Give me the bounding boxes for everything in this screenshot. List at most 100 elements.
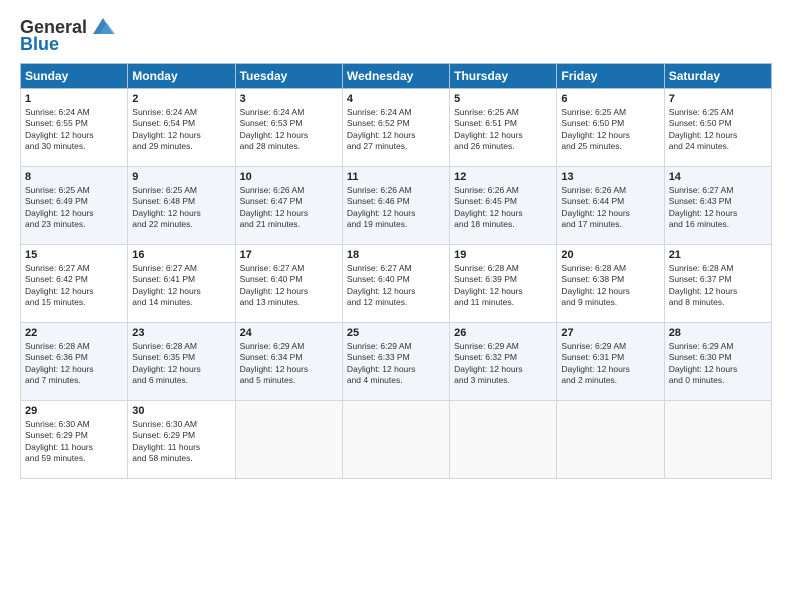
day-info: Sunrise: 6:29 AM Sunset: 6:30 PM Dayligh…	[669, 341, 767, 387]
calendar-day: 22 Sunrise: 6:28 AM Sunset: 6:36 PM Dayli…	[21, 323, 128, 401]
day-number: 3	[240, 93, 338, 105]
day-info: Sunrise: 6:28 AM Sunset: 6:35 PM Dayligh…	[132, 341, 230, 387]
day-info: Sunrise: 6:27 AM Sunset: 6:40 PM Dayligh…	[347, 263, 445, 309]
day-number: 19	[454, 249, 552, 261]
calendar-body: 1 Sunrise: 6:24 AM Sunset: 6:55 PM Daylig…	[21, 89, 772, 479]
day-number: 6	[561, 93, 659, 105]
day-info: Sunrise: 6:30 AM Sunset: 6:29 PM Dayligh…	[132, 419, 230, 465]
calendar-week-5: 29 Sunrise: 6:30 AM Sunset: 6:29 PM Dayli…	[21, 401, 772, 479]
calendar-day: 11 Sunrise: 6:26 AM Sunset: 6:46 PM Dayli…	[342, 167, 449, 245]
dow-friday: Friday	[557, 64, 664, 89]
calendar-week-4: 22 Sunrise: 6:28 AM Sunset: 6:36 PM Dayli…	[21, 323, 772, 401]
calendar-day: 19 Sunrise: 6:28 AM Sunset: 6:39 PM Dayli…	[450, 245, 557, 323]
calendar-day	[664, 401, 771, 479]
day-number: 15	[25, 249, 123, 261]
day-number: 1	[25, 93, 123, 105]
calendar-day: 13 Sunrise: 6:26 AM Sunset: 6:44 PM Dayli…	[557, 167, 664, 245]
day-info: Sunrise: 6:26 AM Sunset: 6:45 PM Dayligh…	[454, 185, 552, 231]
day-number: 21	[669, 249, 767, 261]
day-number: 4	[347, 93, 445, 105]
calendar-day: 5 Sunrise: 6:25 AM Sunset: 6:51 PM Daylig…	[450, 89, 557, 167]
calendar-day: 28Sunrise: 6:29 AM Sunset: 6:30 PM Dayli…	[664, 323, 771, 401]
day-info: Sunrise: 6:28 AM Sunset: 6:36 PM Dayligh…	[25, 341, 123, 387]
calendar-day: 21 Sunrise: 6:28 AM Sunset: 6:37 PM Dayli…	[664, 245, 771, 323]
calendar-day: 9 Sunrise: 6:25 AM Sunset: 6:48 PM Daylig…	[128, 167, 235, 245]
calendar-day: 20 Sunrise: 6:28 AM Sunset: 6:38 PM Dayli…	[557, 245, 664, 323]
day-info: Sunrise: 6:28 AM Sunset: 6:37 PM Dayligh…	[669, 263, 767, 309]
logo: General Blue	[20, 16, 117, 55]
day-info: Sunrise: 6:28 AM Sunset: 6:38 PM Dayligh…	[561, 263, 659, 309]
calendar-table: SundayMondayTuesdayWednesdayThursdayFrid…	[20, 63, 772, 479]
calendar-day: 29 Sunrise: 6:30 AM Sunset: 6:29 PM Dayli…	[21, 401, 128, 479]
day-info: Sunrise: 6:26 AM Sunset: 6:46 PM Dayligh…	[347, 185, 445, 231]
day-number: 30	[132, 405, 230, 417]
calendar-day: 1 Sunrise: 6:24 AM Sunset: 6:55 PM Daylig…	[21, 89, 128, 167]
day-info: Sunrise: 6:26 AM Sunset: 6:44 PM Dayligh…	[561, 185, 659, 231]
day-info: Sunrise: 6:25 AM Sunset: 6:48 PM Dayligh…	[132, 185, 230, 231]
day-info: Sunrise: 6:29 AM Sunset: 6:34 PM Dayligh…	[240, 341, 338, 387]
calendar-day: 15 Sunrise: 6:27 AM Sunset: 6:42 PM Dayli…	[21, 245, 128, 323]
days-of-week-header: SundayMondayTuesdayWednesdayThursdayFrid…	[21, 64, 772, 89]
day-number: 23	[132, 327, 230, 339]
day-info: Sunrise: 6:24 AM Sunset: 6:53 PM Dayligh…	[240, 107, 338, 153]
calendar-day: 30 Sunrise: 6:30 AM Sunset: 6:29 PM Dayli…	[128, 401, 235, 479]
calendar-day: 4 Sunrise: 6:24 AM Sunset: 6:52 PM Daylig…	[342, 89, 449, 167]
day-number: 22	[25, 327, 123, 339]
day-number: 10	[240, 171, 338, 183]
day-number: 27	[561, 327, 659, 339]
day-number: 9	[132, 171, 230, 183]
calendar-day: 12 Sunrise: 6:26 AM Sunset: 6:45 PM Dayli…	[450, 167, 557, 245]
day-info: Sunrise: 6:29 AM Sunset: 6:31 PM Dayligh…	[561, 341, 659, 387]
day-number: 12	[454, 171, 552, 183]
day-info: Sunrise: 6:24 AM Sunset: 6:55 PM Dayligh…	[25, 107, 123, 153]
calendar-day: 17Sunrise: 6:27 AM Sunset: 6:40 PM Dayli…	[235, 245, 342, 323]
day-number: 5	[454, 93, 552, 105]
calendar-day	[557, 401, 664, 479]
day-number: 2	[132, 93, 230, 105]
day-info: Sunrise: 6:30 AM Sunset: 6:29 PM Dayligh…	[25, 419, 123, 465]
day-info: Sunrise: 6:25 AM Sunset: 6:51 PM Dayligh…	[454, 107, 552, 153]
day-info: Sunrise: 6:29 AM Sunset: 6:32 PM Dayligh…	[454, 341, 552, 387]
calendar-day: 25Sunrise: 6:29 AM Sunset: 6:33 PM Dayli…	[342, 323, 449, 401]
day-info: Sunrise: 6:24 AM Sunset: 6:52 PM Dayligh…	[347, 107, 445, 153]
day-info: Sunrise: 6:27 AM Sunset: 6:41 PM Dayligh…	[132, 263, 230, 309]
day-info: Sunrise: 6:25 AM Sunset: 6:50 PM Dayligh…	[561, 107, 659, 153]
day-number: 7	[669, 93, 767, 105]
calendar-day: 2 Sunrise: 6:24 AM Sunset: 6:54 PM Daylig…	[128, 89, 235, 167]
logo-icon	[89, 16, 117, 38]
day-number: 17	[240, 249, 338, 261]
day-number: 13	[561, 171, 659, 183]
day-number: 18	[347, 249, 445, 261]
day-info: Sunrise: 6:24 AM Sunset: 6:54 PM Dayligh…	[132, 107, 230, 153]
dow-sunday: Sunday	[21, 64, 128, 89]
calendar-day: 16 Sunrise: 6:27 AM Sunset: 6:41 PM Dayli…	[128, 245, 235, 323]
calendar-day: 3 Sunrise: 6:24 AM Sunset: 6:53 PM Daylig…	[235, 89, 342, 167]
day-info: Sunrise: 6:26 AM Sunset: 6:47 PM Dayligh…	[240, 185, 338, 231]
day-number: 20	[561, 249, 659, 261]
calendar-day	[342, 401, 449, 479]
calendar-day: 26Sunrise: 6:29 AM Sunset: 6:32 PM Dayli…	[450, 323, 557, 401]
calendar-day	[235, 401, 342, 479]
calendar-day: 10 Sunrise: 6:26 AM Sunset: 6:47 PM Dayli…	[235, 167, 342, 245]
main-container: General Blue SundayMondayTuesdayWednesda…	[0, 0, 792, 489]
calendar-day: 14Sunrise: 6:27 AM Sunset: 6:43 PM Dayli…	[664, 167, 771, 245]
day-info: Sunrise: 6:25 AM Sunset: 6:50 PM Dayligh…	[669, 107, 767, 153]
header: General Blue	[20, 16, 772, 55]
calendar-day: 18 Sunrise: 6:27 AM Sunset: 6:40 PM Dayli…	[342, 245, 449, 323]
dow-tuesday: Tuesday	[235, 64, 342, 89]
calendar-day	[450, 401, 557, 479]
calendar-day: 7 Sunrise: 6:25 AM Sunset: 6:50 PM Daylig…	[664, 89, 771, 167]
calendar-week-3: 15 Sunrise: 6:27 AM Sunset: 6:42 PM Dayli…	[21, 245, 772, 323]
day-info: Sunrise: 6:27 AM Sunset: 6:42 PM Dayligh…	[25, 263, 123, 309]
day-number: 25	[347, 327, 445, 339]
day-info: Sunrise: 6:28 AM Sunset: 6:39 PM Dayligh…	[454, 263, 552, 309]
day-number: 29	[25, 405, 123, 417]
day-number: 8	[25, 171, 123, 183]
dow-monday: Monday	[128, 64, 235, 89]
day-number: 24	[240, 327, 338, 339]
dow-saturday: Saturday	[664, 64, 771, 89]
day-number: 16	[132, 249, 230, 261]
day-number: 11	[347, 171, 445, 183]
calendar-week-1: 1 Sunrise: 6:24 AM Sunset: 6:55 PM Daylig…	[21, 89, 772, 167]
calendar-day: 23 Sunrise: 6:28 AM Sunset: 6:35 PM Dayli…	[128, 323, 235, 401]
